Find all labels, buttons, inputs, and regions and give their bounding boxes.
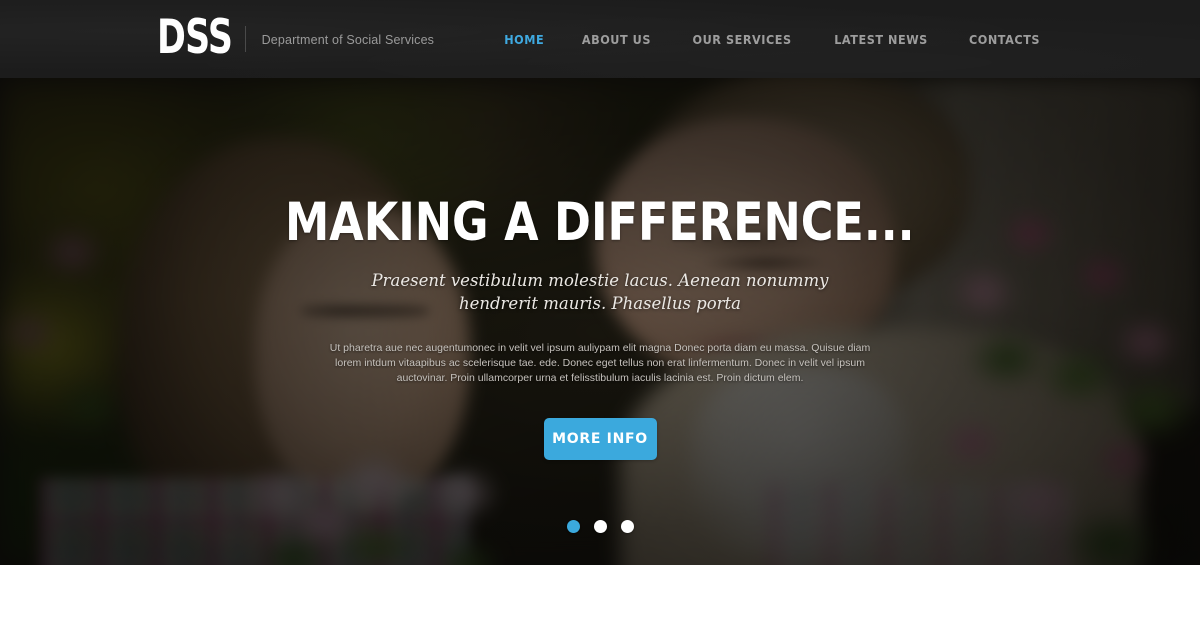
nav-item-latest-news[interactable]: LATEST NEWS <box>820 32 942 47</box>
nav-item-home[interactable]: HOME <box>489 32 558 47</box>
content-section <box>0 565 1200 627</box>
logo-dss[interactable]: DSS <box>157 14 233 61</box>
hero-title: MAKING A DIFFERENCE... <box>285 192 915 253</box>
hero-content: MAKING A DIFFERENCE... Praesent vestibul… <box>0 78 1200 565</box>
slider-dot-1[interactable] <box>566 520 580 533</box>
brand[interactable]: DSS Department of Social Services <box>157 14 435 61</box>
nav-item-our-services[interactable]: OUR SERVICES <box>678 32 806 47</box>
hero-paragraph: Ut pharetra aue nec augentumonec in veli… <box>329 341 871 384</box>
hero-slider: MAKING A DIFFERENCE... Praesent vestibul… <box>0 78 1200 565</box>
site-header: DSS Department of Social Services HOME A… <box>0 0 1200 78</box>
brand-tagline: Department of Social Services <box>261 33 435 47</box>
slider-pagination <box>0 520 1200 533</box>
hero-subtitle: Praesent vestibulum molestie lacus. Aene… <box>371 271 829 314</box>
page-root: DSS Department of Social Services HOME A… <box>0 0 1200 627</box>
brand-divider <box>244 26 246 52</box>
header-inner: DSS Department of Social Services HOME A… <box>0 0 1200 78</box>
main-navigation: HOME ABOUT US OUR SERVICES LATEST NEWS C… <box>486 32 1060 47</box>
slider-dot-3[interactable] <box>620 520 634 533</box>
nav-item-about-us[interactable]: ABOUT US <box>567 32 665 47</box>
slider-dot-2[interactable] <box>593 520 607 533</box>
more-info-button[interactable]: MORE INFO <box>543 417 657 460</box>
nav-item-contacts[interactable]: CONTACTS <box>955 32 1055 47</box>
